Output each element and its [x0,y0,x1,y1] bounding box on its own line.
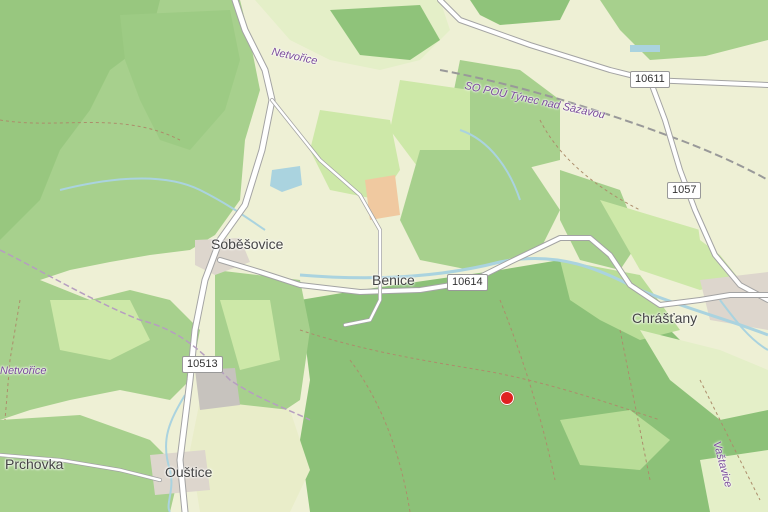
meadow-area [190,400,310,512]
place-label-benice: Benice [372,272,415,288]
map-view[interactable]: Soběšovice Benice Chrášťany Ouštice Prch… [0,0,768,512]
place-label-chrastany: Chrášťany [632,310,698,326]
road-shield-10611: 10611 [630,71,670,88]
forest-area [690,40,768,270]
pond [630,45,660,52]
location-pin-icon[interactable] [500,391,514,405]
water-label-netvorice-left: Netvořice [0,365,47,377]
meadow-area [700,450,768,512]
place-label-prchovka: Prchovka [5,456,64,472]
road-shield-1057: 1057 [667,182,702,199]
road-shield-10513: 10513 [182,356,223,373]
settlement-area [195,368,240,410]
road-shield-10614: 10614 [447,274,488,291]
place-label-sobesovice: Soběšovice [211,236,284,252]
place-label-oustice: Ouštice [165,464,213,480]
